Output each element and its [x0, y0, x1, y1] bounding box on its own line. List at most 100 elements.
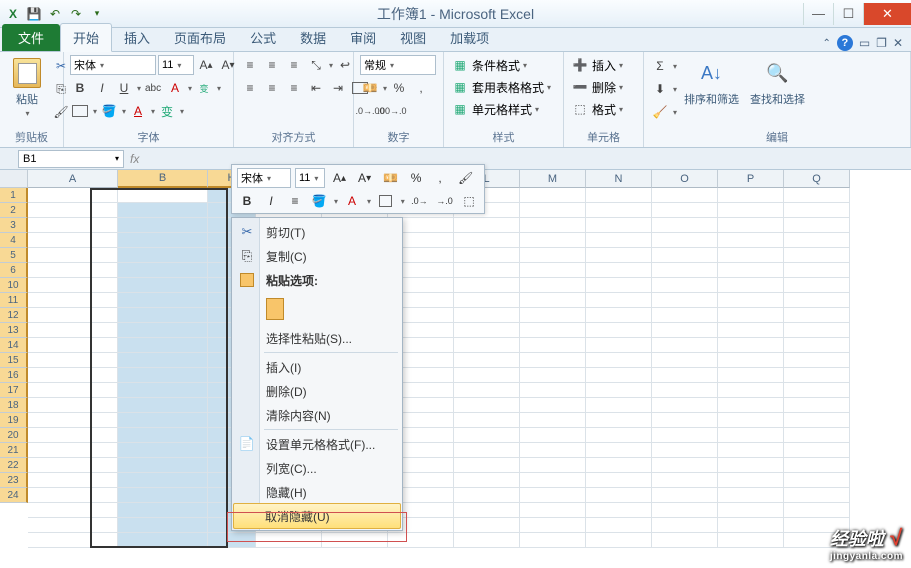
- font-color-icon[interactable]: A: [128, 101, 148, 121]
- cell[interactable]: [784, 188, 850, 203]
- mini-comma-icon[interactable]: ,: [430, 168, 450, 188]
- cell[interactable]: [28, 428, 118, 443]
- row-header-6[interactable]: 6: [0, 263, 28, 278]
- cell[interactable]: [454, 263, 520, 278]
- cell[interactable]: [520, 218, 586, 233]
- cell[interactable]: [520, 233, 586, 248]
- cell[interactable]: [718, 233, 784, 248]
- tab-data[interactable]: 数据: [288, 24, 338, 51]
- cell[interactable]: [718, 428, 784, 443]
- paste-dropdown-icon[interactable]: ▾: [25, 109, 29, 118]
- cell[interactable]: [652, 503, 718, 518]
- currency-icon[interactable]: 💴: [360, 78, 380, 98]
- cell[interactable]: [454, 458, 520, 473]
- cell[interactable]: [118, 368, 208, 383]
- insert-cells-button[interactable]: ➕插入▾: [570, 55, 623, 75]
- cell[interactable]: [454, 218, 520, 233]
- row-header-23[interactable]: 23: [0, 473, 28, 488]
- row-header-20[interactable]: 20: [0, 428, 28, 443]
- fontcolor-dd-icon[interactable]: ▾: [188, 84, 192, 93]
- cell[interactable]: [652, 248, 718, 263]
- cell[interactable]: [784, 203, 850, 218]
- cell[interactable]: [520, 278, 586, 293]
- row-header-13[interactable]: 13: [0, 323, 28, 338]
- cell[interactable]: [520, 248, 586, 263]
- cell[interactable]: [586, 398, 652, 413]
- cell[interactable]: [652, 233, 718, 248]
- cell[interactable]: [28, 368, 118, 383]
- cell[interactable]: [28, 263, 118, 278]
- row-header-18[interactable]: 18: [0, 398, 28, 413]
- redo-icon[interactable]: ↷: [67, 5, 85, 23]
- border-icon[interactable]: [70, 101, 90, 121]
- cell[interactable]: [118, 323, 208, 338]
- cell[interactable]: [718, 473, 784, 488]
- cell[interactable]: [652, 413, 718, 428]
- cell[interactable]: [784, 503, 850, 518]
- cell[interactable]: [718, 308, 784, 323]
- ctx-unhide[interactable]: 取消隐藏(U): [233, 503, 401, 529]
- ctx-paste-special[interactable]: 选择性粘贴(S)...: [234, 326, 400, 350]
- cell[interactable]: [520, 443, 586, 458]
- mini-align-center-icon[interactable]: ≡: [285, 191, 305, 211]
- cell[interactable]: [520, 293, 586, 308]
- mini-font-combo[interactable]: 宋体▾: [237, 168, 291, 188]
- cell[interactable]: [454, 248, 520, 263]
- cell[interactable]: [718, 188, 784, 203]
- cell[interactable]: [454, 353, 520, 368]
- tab-layout[interactable]: 页面布局: [162, 24, 238, 51]
- cell[interactable]: [718, 413, 784, 428]
- autosum-icon[interactable]: Σ: [650, 56, 670, 76]
- qat-dropdown-icon[interactable]: ▾: [88, 5, 106, 23]
- row-header-22[interactable]: 22: [0, 458, 28, 473]
- cell[interactable]: [652, 353, 718, 368]
- cell[interactable]: [586, 338, 652, 353]
- minimize-button[interactable]: —: [803, 3, 833, 25]
- ctx-format-cells[interactable]: 📄设置单元格格式(F)...: [234, 432, 400, 456]
- cell[interactable]: [520, 203, 586, 218]
- cell[interactable]: [28, 203, 118, 218]
- cell[interactable]: [718, 278, 784, 293]
- cell[interactable]: [784, 218, 850, 233]
- decrease-indent-icon[interactable]: ⇤: [306, 78, 326, 98]
- cell[interactable]: [520, 308, 586, 323]
- font-size-combo[interactable]: 11▾: [158, 55, 194, 75]
- cell[interactable]: [652, 218, 718, 233]
- cell[interactable]: [28, 293, 118, 308]
- cell[interactable]: [586, 443, 652, 458]
- cell-styles-button[interactable]: ▦单元格样式▾: [450, 99, 539, 119]
- cell[interactable]: [454, 293, 520, 308]
- mini-percent-icon[interactable]: %: [406, 168, 426, 188]
- cell[interactable]: [652, 323, 718, 338]
- cell[interactable]: [118, 413, 208, 428]
- cell[interactable]: [520, 323, 586, 338]
- cell[interactable]: [586, 263, 652, 278]
- fill-dd-icon[interactable]: ▾: [122, 107, 126, 116]
- mini-fontcolor-icon[interactable]: A: [342, 191, 362, 211]
- cell[interactable]: [784, 248, 850, 263]
- increase-indent-icon[interactable]: ⇥: [328, 78, 348, 98]
- ctx-col-width[interactable]: 列宽(C)...: [234, 456, 400, 480]
- save-icon[interactable]: 💾: [25, 5, 43, 23]
- col-header-M[interactable]: M: [520, 170, 586, 188]
- cell[interactable]: [586, 473, 652, 488]
- cell[interactable]: [520, 263, 586, 278]
- cell[interactable]: [784, 233, 850, 248]
- wrap-text-icon[interactable]: ↩: [335, 55, 355, 75]
- mini-border-dd-icon[interactable]: ▾: [401, 197, 405, 206]
- cell[interactable]: [118, 473, 208, 488]
- ctx-insert[interactable]: 插入(I): [234, 355, 400, 379]
- clear-icon[interactable]: 🧹: [650, 102, 670, 122]
- ctx-clear[interactable]: 清除内容(N): [234, 403, 400, 427]
- cell[interactable]: [454, 278, 520, 293]
- col-header-B[interactable]: B: [118, 170, 208, 188]
- cell[interactable]: [118, 188, 208, 203]
- cell[interactable]: [718, 203, 784, 218]
- tab-file[interactable]: 文件: [2, 24, 60, 51]
- cell[interactable]: [718, 443, 784, 458]
- cell[interactable]: [28, 503, 118, 518]
- cell[interactable]: [652, 368, 718, 383]
- font-name-combo[interactable]: 宋体▾: [70, 55, 156, 75]
- cell[interactable]: [718, 518, 784, 533]
- cell[interactable]: [586, 503, 652, 518]
